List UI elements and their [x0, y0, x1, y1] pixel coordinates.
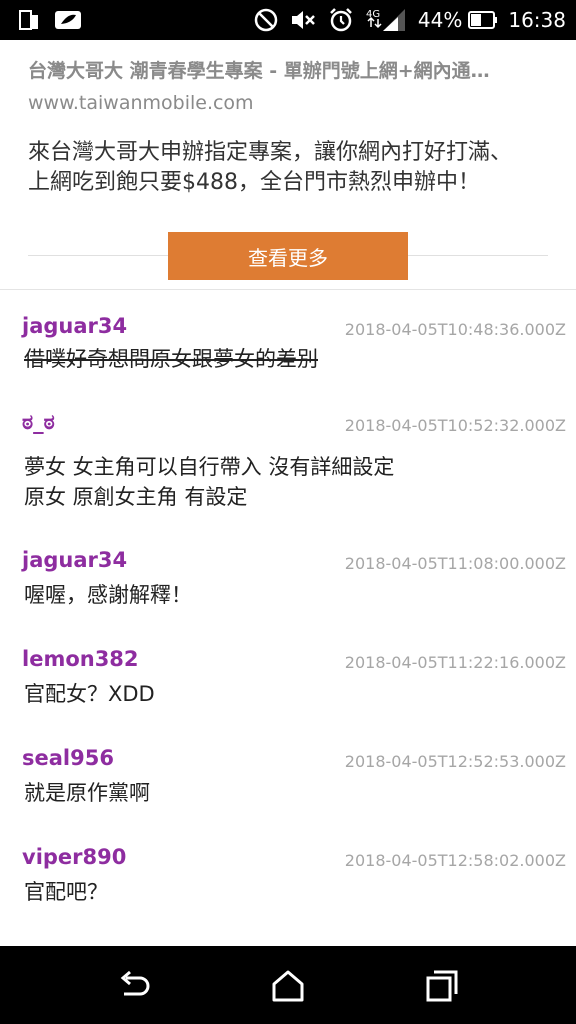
comment-text: 夢女 女主角可以自行帶入 沒有詳細設定 原女 原創女主角 有設定 — [24, 452, 554, 512]
comment-timestamp: 2018-04-05T11:08:00.000Z — [344, 554, 566, 573]
ad-description: 來台灣大哥大申辦指定專案，讓你網內打好打滿、上網吃到飽只要$488，全台門市熱烈… — [28, 140, 513, 195]
mute-icon — [290, 8, 316, 32]
comment-line: 原女 原創女主角 有設定 — [24, 485, 248, 509]
comment-username[interactable]: viper890 — [22, 845, 126, 869]
ad-title[interactable]: 台灣大哥大 潮青春學生專案 - 單辦門號上網+網內通… — [28, 56, 548, 83]
comment-timestamp: 2018-04-05T11:22:16.000Z — [344, 653, 566, 672]
sim-icon — [18, 9, 40, 31]
comment-text: 借噗好奇想問原女跟夢女的差別 — [24, 344, 554, 374]
comment-timestamp: 2018-04-05T10:48:36.000Z — [344, 320, 566, 339]
network-label: 4G — [366, 9, 380, 20]
comment-line: 就是原作黨啊 — [24, 781, 150, 805]
comment-text: 喔喔，感謝解釋！ — [24, 580, 554, 610]
comment-timestamp: 2018-04-05T12:58:02.000Z — [344, 851, 566, 870]
clock: 16:38 — [508, 8, 566, 32]
comment-text: 就是原作黨啊 — [24, 778, 554, 808]
back-icon[interactable] — [114, 968, 154, 1004]
leaf-icon — [54, 9, 82, 31]
battery-percent: 44% — [417, 8, 463, 32]
do-not-disturb-icon — [254, 8, 278, 32]
comment-timestamp: 2018-04-05T10:52:32.000Z — [344, 416, 566, 435]
comment-username[interactable]: jaguar34 — [22, 314, 127, 338]
recents-icon[interactable] — [422, 968, 462, 1004]
comment-username[interactable]: seal956 — [22, 746, 114, 770]
comment-line: 喔喔，感謝解釋！ — [24, 583, 192, 607]
comment-text: 官配女？XDD — [24, 679, 554, 709]
home-icon[interactable] — [268, 968, 308, 1004]
ad-url[interactable]: www.taiwanmobile.com — [28, 92, 254, 114]
status-bar: 4G 44% 16:38 — [0, 0, 576, 40]
screen: 4G 44% 16:38 台灣大哥大 潮青春學生專案 - 單辦門號上網+網內通…… — [0, 0, 576, 1024]
comment-line: 官配女？XDD — [24, 682, 155, 706]
comment-line: 夢女 女主角可以自行帶入 沒有詳細設定 — [24, 455, 395, 479]
comment-username[interactable]: jaguar34 — [22, 548, 127, 572]
navigation-bar — [0, 946, 576, 1024]
battery-icon — [468, 11, 498, 29]
comment-line: 借噗好奇想問原女跟夢女的差別 — [24, 347, 318, 371]
comment-line: 官配吧？ — [24, 880, 108, 904]
comment-username[interactable]: ಠ_ಠ — [22, 410, 55, 435]
signal-icon: 4G — [366, 7, 406, 33]
section-divider — [0, 289, 576, 290]
see-more-button[interactable]: 查看更多 — [168, 232, 408, 280]
sponsored-ad[interactable]: 台灣大哥大 潮青春學生專案 - 單辦門號上網+網內通… www.taiwanmo… — [0, 40, 576, 290]
comment-timestamp: 2018-04-05T12:52:53.000Z — [344, 752, 566, 771]
comment-text: 官配吧？ — [24, 877, 554, 907]
alarm-icon — [328, 7, 354, 33]
comment-username[interactable]: lemon382 — [22, 647, 139, 671]
